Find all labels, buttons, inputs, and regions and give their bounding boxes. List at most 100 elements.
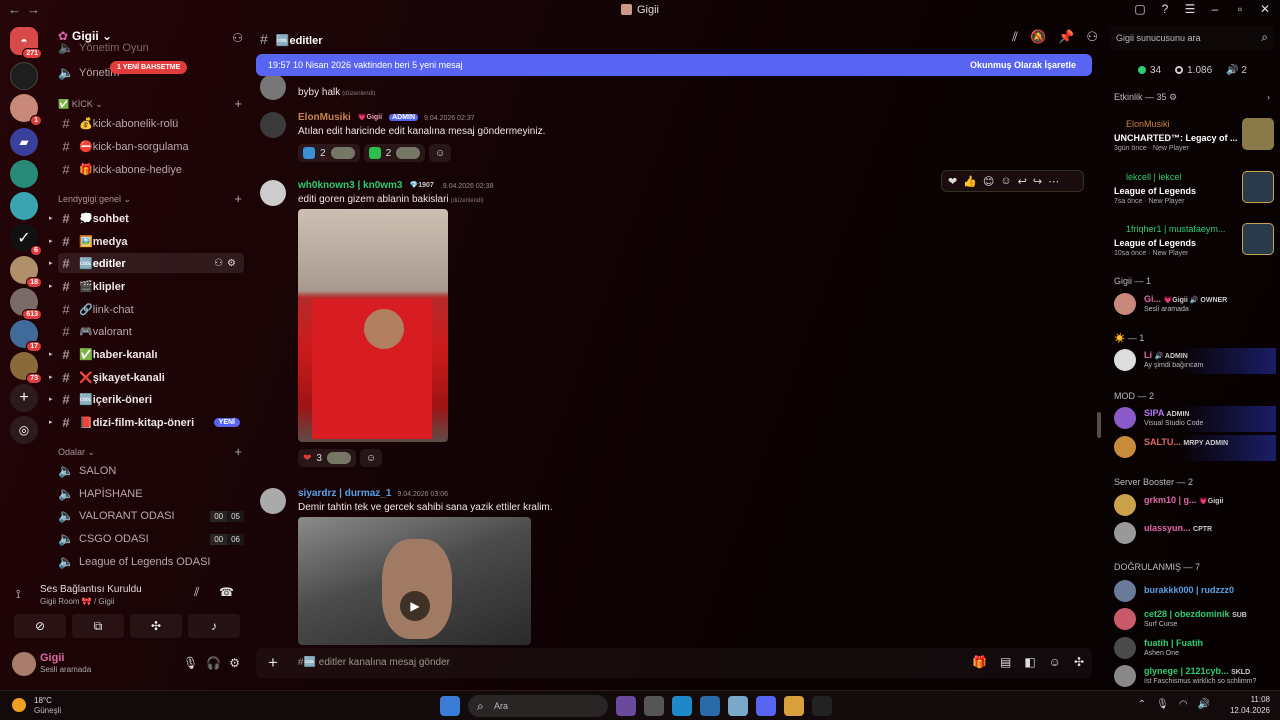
activity-header[interactable]: Etkinlik — 35 ⚙ ›	[1114, 92, 1270, 103]
channel-kick-hediye[interactable]: # 🎁kick-abone-hediye	[58, 159, 244, 179]
channel-settings-icon[interactable]: ⚇⚙	[214, 258, 240, 269]
voice-valorant[interactable]: 🔈 VALORANT ODASI 00 05	[58, 506, 244, 526]
member-item[interactable]: SALTU... MRPY ADMIN	[1114, 435, 1276, 461]
clock[interactable]: 11:08 12.04.2026	[1230, 694, 1270, 716]
chrome-icon[interactable]	[784, 696, 804, 716]
app-icon[interactable]	[812, 696, 832, 716]
add-channel-icon[interactable]: +	[234, 191, 242, 206]
inbox-icon[interactable]: ▢	[1133, 2, 1147, 16]
channel-link-chat[interactable]: # 🔗link-chat	[58, 299, 244, 319]
member-list-icon[interactable]: ⚇	[1086, 29, 1098, 45]
member-item[interactable]: grkm10 | g... 💗Gigii	[1114, 493, 1276, 519]
maximize-icon[interactable]: ▫	[1233, 2, 1247, 16]
channel-haber[interactable]: ▸ # ✅haber-kanalı	[49, 344, 244, 364]
server-icon[interactable]: 73	[10, 352, 42, 384]
member-item[interactable]: SIPA ADMIN Visual Studio Code	[1114, 406, 1276, 432]
add-channel-icon[interactable]: +	[234, 96, 242, 111]
reaction[interactable]: ❤ 3	[298, 449, 356, 467]
taskbar-search[interactable]: Ara	[468, 695, 608, 717]
task-view-icon[interactable]	[644, 696, 664, 716]
heart-react-icon[interactable]: ❤	[948, 175, 957, 188]
camera-off-button[interactable]: ⊘	[14, 614, 66, 638]
message-composer[interactable]: + #🆒 editler kanalına mesaj gönder 🎁 ▤ ◧…	[256, 648, 1092, 678]
forward-icon[interactable]: ↪	[1033, 175, 1042, 188]
disconnect-icon[interactable]: ☎	[219, 585, 234, 599]
reply-icon[interactable]: ↩	[1018, 175, 1027, 188]
headphones-icon[interactable]: 🎧	[206, 656, 221, 670]
avatar[interactable]	[260, 488, 286, 514]
mention-pill[interactable]: 1 YENİ BAHSETME	[110, 61, 188, 74]
author-name[interactable]: siyardrz | durmaz_1	[298, 488, 391, 499]
gif-icon[interactable]: ▤	[1000, 655, 1011, 669]
add-reaction-icon[interactable]: ☺	[1000, 175, 1011, 187]
avatar[interactable]	[12, 652, 36, 676]
server-icon[interactable]: 1	[10, 94, 42, 126]
activity-card[interactable]: lekcell | lekcel League of Legends 7sa önc…	[1114, 169, 1274, 213]
server-icon[interactable]: 17	[10, 320, 42, 352]
activity-card[interactable]: 1friqher1 | mustafaeym... League of Legen…	[1114, 221, 1274, 265]
voice-csgo[interactable]: 🔈 CSGO ODASI 00 06	[58, 529, 244, 549]
wifi-icon[interactable]: ◠	[1179, 699, 1188, 710]
channel-icerik[interactable]: ▸ # 🆒içerik-öneri	[49, 389, 244, 409]
apps-icon[interactable]: ✣	[1074, 655, 1084, 669]
avatar[interactable]	[260, 180, 286, 206]
username[interactable]: Gigii	[40, 652, 64, 664]
scrollbar[interactable]	[1097, 412, 1101, 438]
server-icon[interactable]	[10, 62, 38, 90]
member-item[interactable]: ulassyun... CPTR	[1114, 521, 1276, 547]
widget-icon[interactable]	[616, 696, 636, 716]
more-icon[interactable]: ⋯	[1048, 175, 1059, 188]
folder-icon[interactable]: ▰	[10, 128, 38, 156]
close-icon[interactable]: ✕	[1258, 2, 1272, 16]
settings-icon[interactable]: ⚙	[229, 656, 240, 670]
voice-room-text[interactable]: Gigii Room 🎀 / Gigii	[40, 597, 114, 606]
author-name[interactable]: ElonMusiki	[298, 112, 351, 123]
mic-icon[interactable]: 🎙	[1156, 699, 1169, 710]
voice-salon[interactable]: 🔈 SALON	[58, 461, 244, 481]
channel-dizi-film[interactable]: ▸ # 📕dizi-film-kitap-öneri YENİ	[49, 412, 244, 432]
screen-share-button[interactable]: ⧉	[72, 614, 124, 638]
add-server-icon[interactable]: +	[10, 384, 38, 412]
member-item[interactable]: Li 🔊 ADMIN Ay şimdi bağırıcam	[1114, 348, 1276, 374]
thumbs-up-icon[interactable]: 👍	[963, 175, 977, 188]
discord-icon[interactable]	[756, 696, 776, 716]
home-button[interactable]: ◓ 271	[10, 27, 42, 59]
avatar[interactable]	[260, 112, 286, 138]
upload-plus-icon[interactable]: +	[268, 653, 278, 673]
voice-hapishane[interactable]: 🔈 HAPİSHANE	[58, 484, 244, 504]
gift-icon[interactable]: 🎁	[972, 655, 987, 669]
minimize-icon[interactable]: –	[1208, 2, 1222, 16]
server-icon[interactable]	[10, 192, 38, 220]
server-icon[interactable]: 613	[10, 288, 42, 320]
avatar[interactable]	[260, 76, 286, 100]
server-search-input[interactable]: Gigii sunucusunu ara ⌕	[1110, 26, 1274, 50]
member-item[interactable]: cet28 | obezdominik SUB Surf Curse	[1114, 607, 1276, 633]
volume-icon[interactable]: 🔊	[1198, 699, 1210, 710]
channel-valorant[interactable]: # 🎮valorant	[58, 321, 244, 341]
channel-kick-ban[interactable]: # ⛔kick-ban-sorgulama	[58, 136, 244, 156]
category-odalar[interactable]: Odalar ⌄ +	[58, 444, 244, 459]
activities-button[interactable]: ✣	[130, 614, 182, 638]
channel-klipler[interactable]: ▸ # 🎬klipler	[49, 276, 244, 296]
channel-medya[interactable]: ▸ # 🖼️medya	[49, 231, 244, 251]
add-reaction-button[interactable]: ☺	[359, 449, 382, 467]
help-icon[interactable]: ?	[1158, 2, 1172, 16]
server-icon[interactable]	[10, 160, 38, 188]
emoji-icon[interactable]: ☺	[1049, 655, 1061, 669]
discover-icon[interactable]: ◎	[10, 416, 38, 444]
member-item[interactable]: fuatih | Fuatih Ashen One	[1114, 636, 1276, 662]
settings-app-icon[interactable]	[728, 696, 748, 716]
video-attachment[interactable]: ▶	[298, 517, 531, 645]
guild-name[interactable]: ✿ Gigii ⌄	[58, 29, 112, 43]
video-attachment[interactable]	[298, 209, 448, 442]
channel-item[interactable]: 🔈 Yönetim Oyun	[58, 42, 244, 54]
pin-icon[interactable]: 📌	[1058, 29, 1074, 45]
soundboard-button[interactable]: ♪	[188, 614, 240, 638]
play-icon[interactable]: ▶	[400, 591, 430, 621]
edge-icon[interactable]	[672, 696, 692, 716]
category-kick[interactable]: ✅ KİCK ⌄ +	[58, 96, 244, 111]
chevron-up-icon[interactable]: ⌃	[1138, 699, 1146, 710]
chevron-right-icon[interactable]: ›	[1267, 92, 1270, 102]
microphone-icon[interactable]: 🎙	[183, 656, 198, 670]
server-icon[interactable]: ✓ 6	[10, 224, 42, 256]
